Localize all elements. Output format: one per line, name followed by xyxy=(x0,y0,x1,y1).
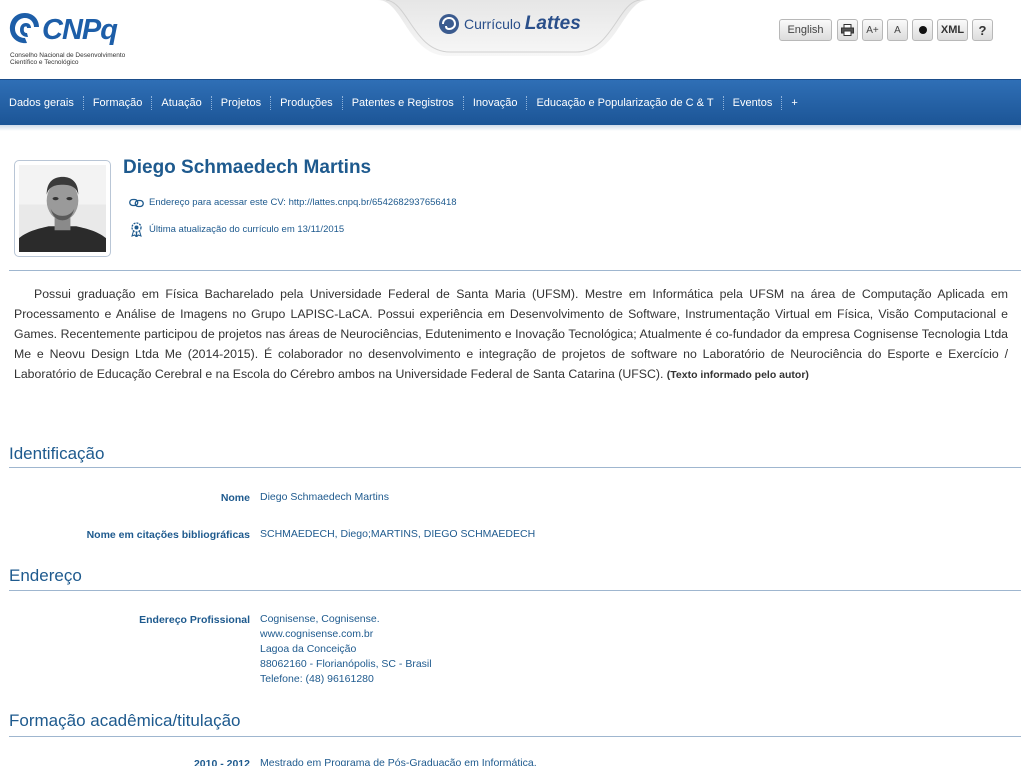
profile-photo xyxy=(14,160,111,257)
nome-value: Diego Schmaedech Martins xyxy=(260,491,389,503)
divider xyxy=(9,590,1021,591)
endereco-value: Cognisense, Cognisense. www.cognisense.c… xyxy=(260,612,432,687)
nav-item-more[interactable]: + xyxy=(782,96,806,110)
nav-item-projetos[interactable]: Projetos xyxy=(212,95,272,110)
nav-item-formacao[interactable]: Formação xyxy=(84,95,153,110)
section-title-identificacao: Identificação xyxy=(9,444,105,463)
help-button[interactable]: ? xyxy=(972,19,993,41)
formacao-value: Mestrado em Programa de Pós-Graduação em… xyxy=(260,757,537,766)
divider xyxy=(9,467,1021,468)
brand-prefix: Currículo xyxy=(464,16,521,32)
toolbar: English A+ A XML ? xyxy=(779,19,997,41)
nav-item-eventos[interactable]: Eventos xyxy=(724,95,783,110)
cv-address-line[interactable]: Endereço para acessar este CV: http://la… xyxy=(129,197,457,208)
brand-name: Lattes xyxy=(524,13,581,34)
logo-text: CNPq xyxy=(42,14,118,46)
lattes-logo-icon xyxy=(439,14,459,34)
print-button[interactable] xyxy=(837,19,858,41)
main-nav: Dados gerais Formação Atuação Projetos P… xyxy=(0,79,1021,125)
address-line: Cognisense, Cognisense. xyxy=(260,613,380,625)
cnpq-logo[interactable]: CNPq Conselho Nacional de Desenvolviment… xyxy=(8,10,128,68)
last-update-text: Última atualização do currículo em 13/11… xyxy=(149,223,345,235)
divider xyxy=(9,270,1021,271)
nav-item-inovacao[interactable]: Inovação xyxy=(464,95,528,110)
font-normal-button[interactable]: A xyxy=(887,19,908,41)
contrast-button[interactable] xyxy=(912,19,933,41)
nav-item-atuacao[interactable]: Atuação xyxy=(152,95,212,110)
english-button[interactable]: English xyxy=(779,19,832,41)
avatar xyxy=(19,165,106,252)
address-line: Lagoa da Conceição xyxy=(260,643,357,655)
divider xyxy=(9,736,1021,737)
citacoes-value: SCHMAEDECH, Diego;MARTINS, DIEGO SCHMAED… xyxy=(260,528,536,540)
formacao-period: 2010 - 2012 xyxy=(193,758,250,766)
curriculo-lattes-brand[interactable]: Currículo Lattes xyxy=(438,9,581,39)
header: CNPq Conselho Nacional de Desenvolviment… xyxy=(0,0,1021,78)
last-update-line: Última atualização do currículo em 13/11… xyxy=(129,221,344,237)
nav-item-dados-gerais[interactable]: Dados gerais xyxy=(0,95,84,110)
address-line: 88062160 - Florianópolis, SC - Brasil xyxy=(260,658,432,670)
award-icon xyxy=(131,222,142,237)
address-line: Telefone: (48) 96161280 xyxy=(260,673,374,685)
cv-address-text[interactable]: Endereço para acessar este CV: http://la… xyxy=(149,197,457,208)
section-title-formacao: Formação acadêmica/titulação xyxy=(9,711,241,730)
resume-text: Possui graduação em Física Bacharelado p… xyxy=(14,287,1008,381)
contrast-icon xyxy=(918,26,927,34)
cnpq-swirl-icon xyxy=(9,13,39,44)
nav-item-producoes[interactable]: Produções xyxy=(271,95,343,110)
profile-name: Diego Schmaedech Martins xyxy=(123,157,372,178)
xml-button[interactable]: XML xyxy=(937,19,968,41)
nav-item-patentes[interactable]: Patentes e Registros xyxy=(343,95,464,110)
printer-icon xyxy=(841,24,854,36)
section-title-endereco: Endereço xyxy=(9,566,82,585)
link-icon xyxy=(129,198,144,207)
nav-shadow xyxy=(0,125,1021,131)
logo-subtitle: Conselho Nacional de Desenvolvimento Cie… xyxy=(10,52,126,66)
resume-note: (Texto informado pelo autor) xyxy=(666,369,809,381)
address-line[interactable]: www.cognisense.com.br xyxy=(260,627,432,642)
resume-paragraph: Possui graduação em Física Bacharelado p… xyxy=(14,284,1008,385)
nome-label: Nome xyxy=(220,492,250,504)
citacoes-label: Nome em citações bibliográficas xyxy=(86,529,250,541)
endereco-label: Endereço Profissional xyxy=(139,614,250,626)
nav-item-educacao[interactable]: Educação e Popularização de C & T xyxy=(527,95,724,110)
font-larger-button[interactable]: A+ xyxy=(862,19,883,41)
